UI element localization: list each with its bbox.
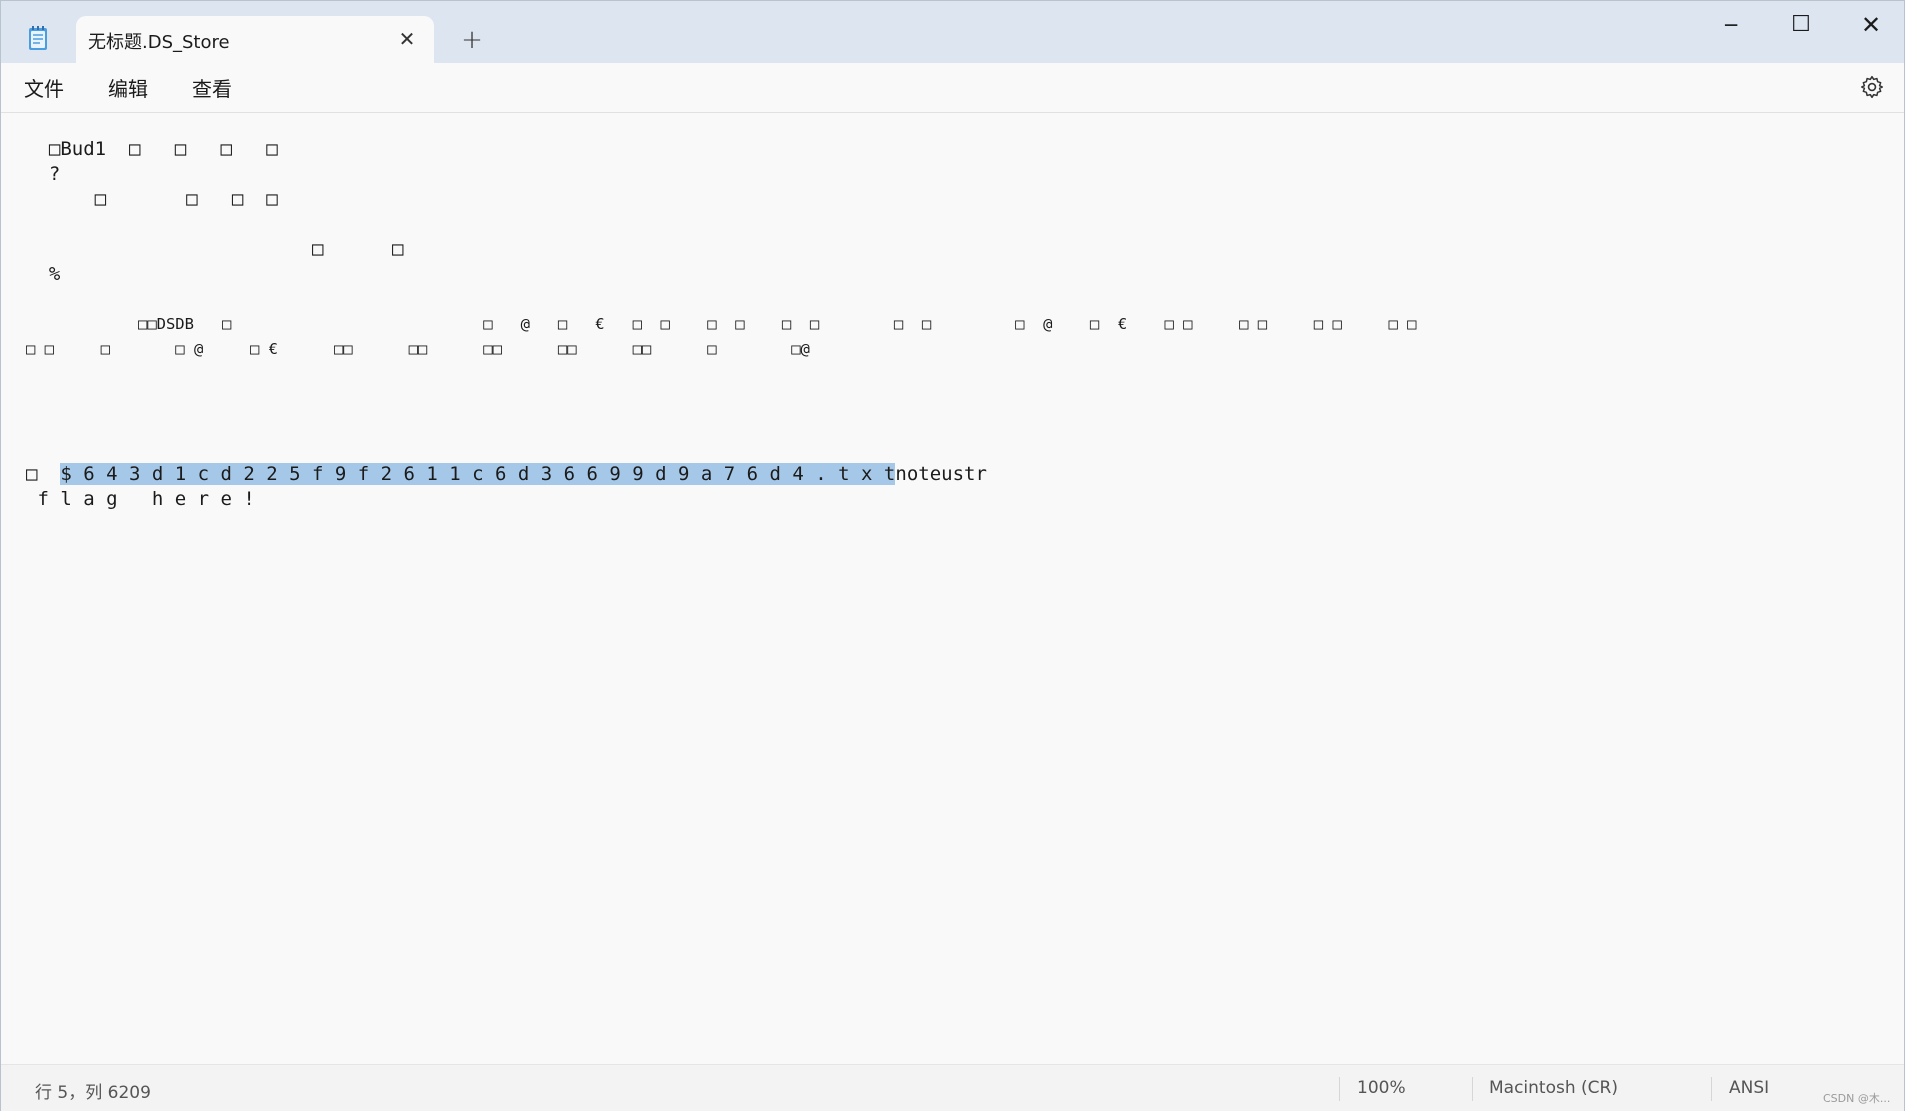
watermark: CSDN @木... [1823, 1092, 1891, 1105]
editor-line-selected: □ $ 6 4 3 d 1 c d 2 2 5 f 9 f 2 6 1 1 c … [26, 462, 987, 487]
editor-line: □ □ □ □ @ □ € □□ □□ □□ □□ □□ □ □@ [26, 340, 810, 358]
menu-bar: 文件 编辑 查看 [1, 63, 1904, 113]
file-tab[interactable]: 无标题.DS_Store ✕ [76, 16, 434, 63]
status-bar: 行 5，列 6209 100% Macintosh (CR) ANSI CSDN… [1, 1064, 1904, 1111]
editor-line: □□DSDB □ □ @ □ € □ □ □ □ □ □ □ □ □ @ □ €… [26, 315, 1417, 333]
minimize-button[interactable]: ─ [1701, 5, 1761, 45]
editor-line: □ □ [26, 238, 404, 260]
notepad-window: 无标题.DS_Store ✕ + ─ ☐ ✕ 文件 编辑 查看 □Bud1 □ … [0, 0, 1905, 1111]
status-divider [1711, 1077, 1712, 1101]
menu-edit[interactable]: 编辑 [108, 73, 148, 102]
editor-line: ? [26, 163, 61, 185]
status-divider [1472, 1077, 1473, 1101]
selected-text: $ 6 4 3 d 1 c d 2 2 5 f 9 f 2 6 1 1 c 6 … [60, 463, 896, 485]
status-divider [1339, 1077, 1340, 1101]
new-tab-button[interactable]: + [455, 23, 489, 57]
text-after-selection: noteustr [895, 463, 987, 485]
zoom-level[interactable]: 100% [1357, 1078, 1406, 1098]
tab-close-icon[interactable]: ✕ [392, 24, 422, 54]
line-ending[interactable]: Macintosh (CR) [1489, 1078, 1618, 1098]
close-window-button[interactable]: ✕ [1841, 5, 1901, 45]
maximize-button[interactable]: ☐ [1771, 5, 1831, 45]
title-bar: 无标题.DS_Store ✕ + ─ ☐ ✕ [1, 1, 1904, 63]
editor-line: □ □ □ □ [26, 188, 278, 210]
menu-file[interactable]: 文件 [24, 73, 64, 102]
text-editor[interactable]: □Bud1 □ □ □ □ ? □ □ □ □ □ □ % □□DSDB □ □… [1, 113, 1904, 1063]
menu-view[interactable]: 查看 [192, 73, 232, 102]
settings-gear-icon[interactable] [1859, 74, 1885, 100]
line-prefix: □ [26, 463, 61, 485]
cursor-position: 行 5，列 6209 [35, 1083, 151, 1103]
tab-title: 无标题.DS_Store [88, 32, 230, 53]
notepad-app-icon [29, 26, 47, 50]
editor-line: % [26, 263, 61, 285]
flag-line: f l a g h e r e ! [26, 488, 255, 510]
encoding[interactable]: ANSI [1729, 1078, 1769, 1098]
editor-line: □Bud1 □ □ □ □ [26, 138, 278, 160]
